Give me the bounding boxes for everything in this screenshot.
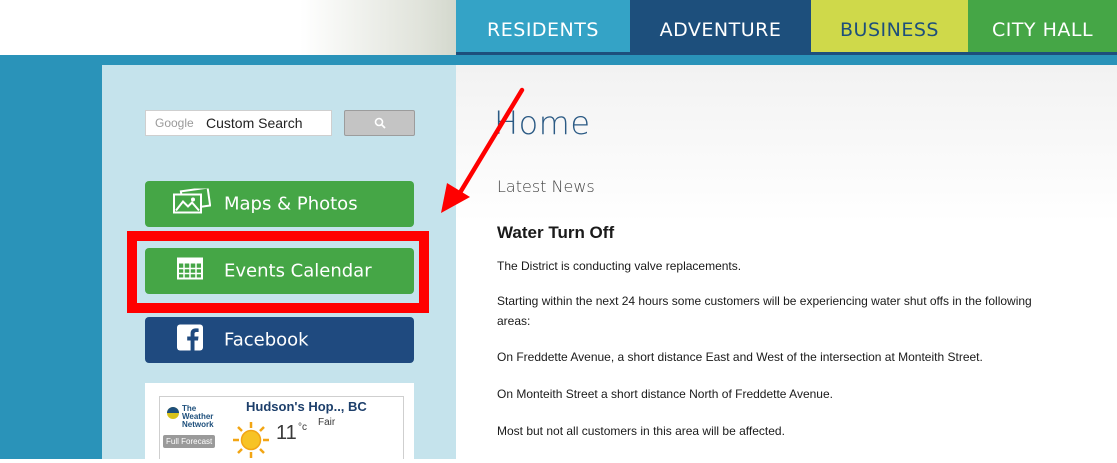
maps-photos-button[interactable]: Maps & Photos <box>145 181 414 227</box>
calendar-icon <box>177 257 203 285</box>
facebook-button[interactable]: Facebook <box>145 317 414 363</box>
weather-temperature: 11 <box>276 422 297 444</box>
events-calendar-button[interactable]: Events Calendar <box>145 248 414 294</box>
weather-provider-name: The Weather Network <box>182 404 214 429</box>
article-paragraph: Most but not all customers in this area … <box>497 424 785 438</box>
article-paragraph: On Freddette Avenue, a short distance Ea… <box>497 350 983 364</box>
main-nav: Residents Adventure Business City Hall <box>456 0 1117 55</box>
google-brand-label: Google <box>155 116 194 130</box>
article-paragraph: The District is conducting valve replace… <box>497 259 742 273</box>
search-button[interactable] <box>344 110 415 136</box>
facebook-label: Facebook <box>224 329 309 351</box>
section-heading: Latest News <box>497 177 595 196</box>
search-icon <box>374 117 386 129</box>
weather-widget[interactable]: The Weather Network Hudson's Hop.., BC F… <box>145 383 414 459</box>
nav-tab-business[interactable]: Business <box>811 0 968 55</box>
maps-photos-label: Maps & Photos <box>224 193 358 215</box>
nav-tab-residents[interactable]: Residents <box>456 0 630 55</box>
weather-network-logo: The Weather Network <box>166 405 214 429</box>
photos-icon <box>173 186 212 220</box>
article-paragraph: Starting within the next 24 hours some c… <box>497 294 1032 328</box>
weather-location: Hudson's Hop.., BC <box>246 399 367 414</box>
weather-condition: Fair <box>318 417 336 428</box>
full-forecast-button[interactable]: Full Forecast <box>163 435 216 448</box>
weather-unit: °c <box>298 422 307 433</box>
nav-tab-city-hall[interactable]: City Hall <box>968 0 1117 55</box>
weather-panel: The Weather Network Hudson's Hop.., BC F… <box>159 396 404 459</box>
nav-tab-adventure[interactable]: Adventure <box>630 0 811 55</box>
facebook-icon <box>177 324 203 356</box>
article-title[interactable]: Water Turn Off <box>497 223 614 243</box>
events-calendar-label: Events Calendar <box>224 260 372 282</box>
sun-icon <box>232 421 270 463</box>
article-paragraph: On Monteith Street a short distance Nort… <box>497 387 833 401</box>
weather-network-icon <box>167 407 179 419</box>
page-title: Home <box>494 104 591 142</box>
